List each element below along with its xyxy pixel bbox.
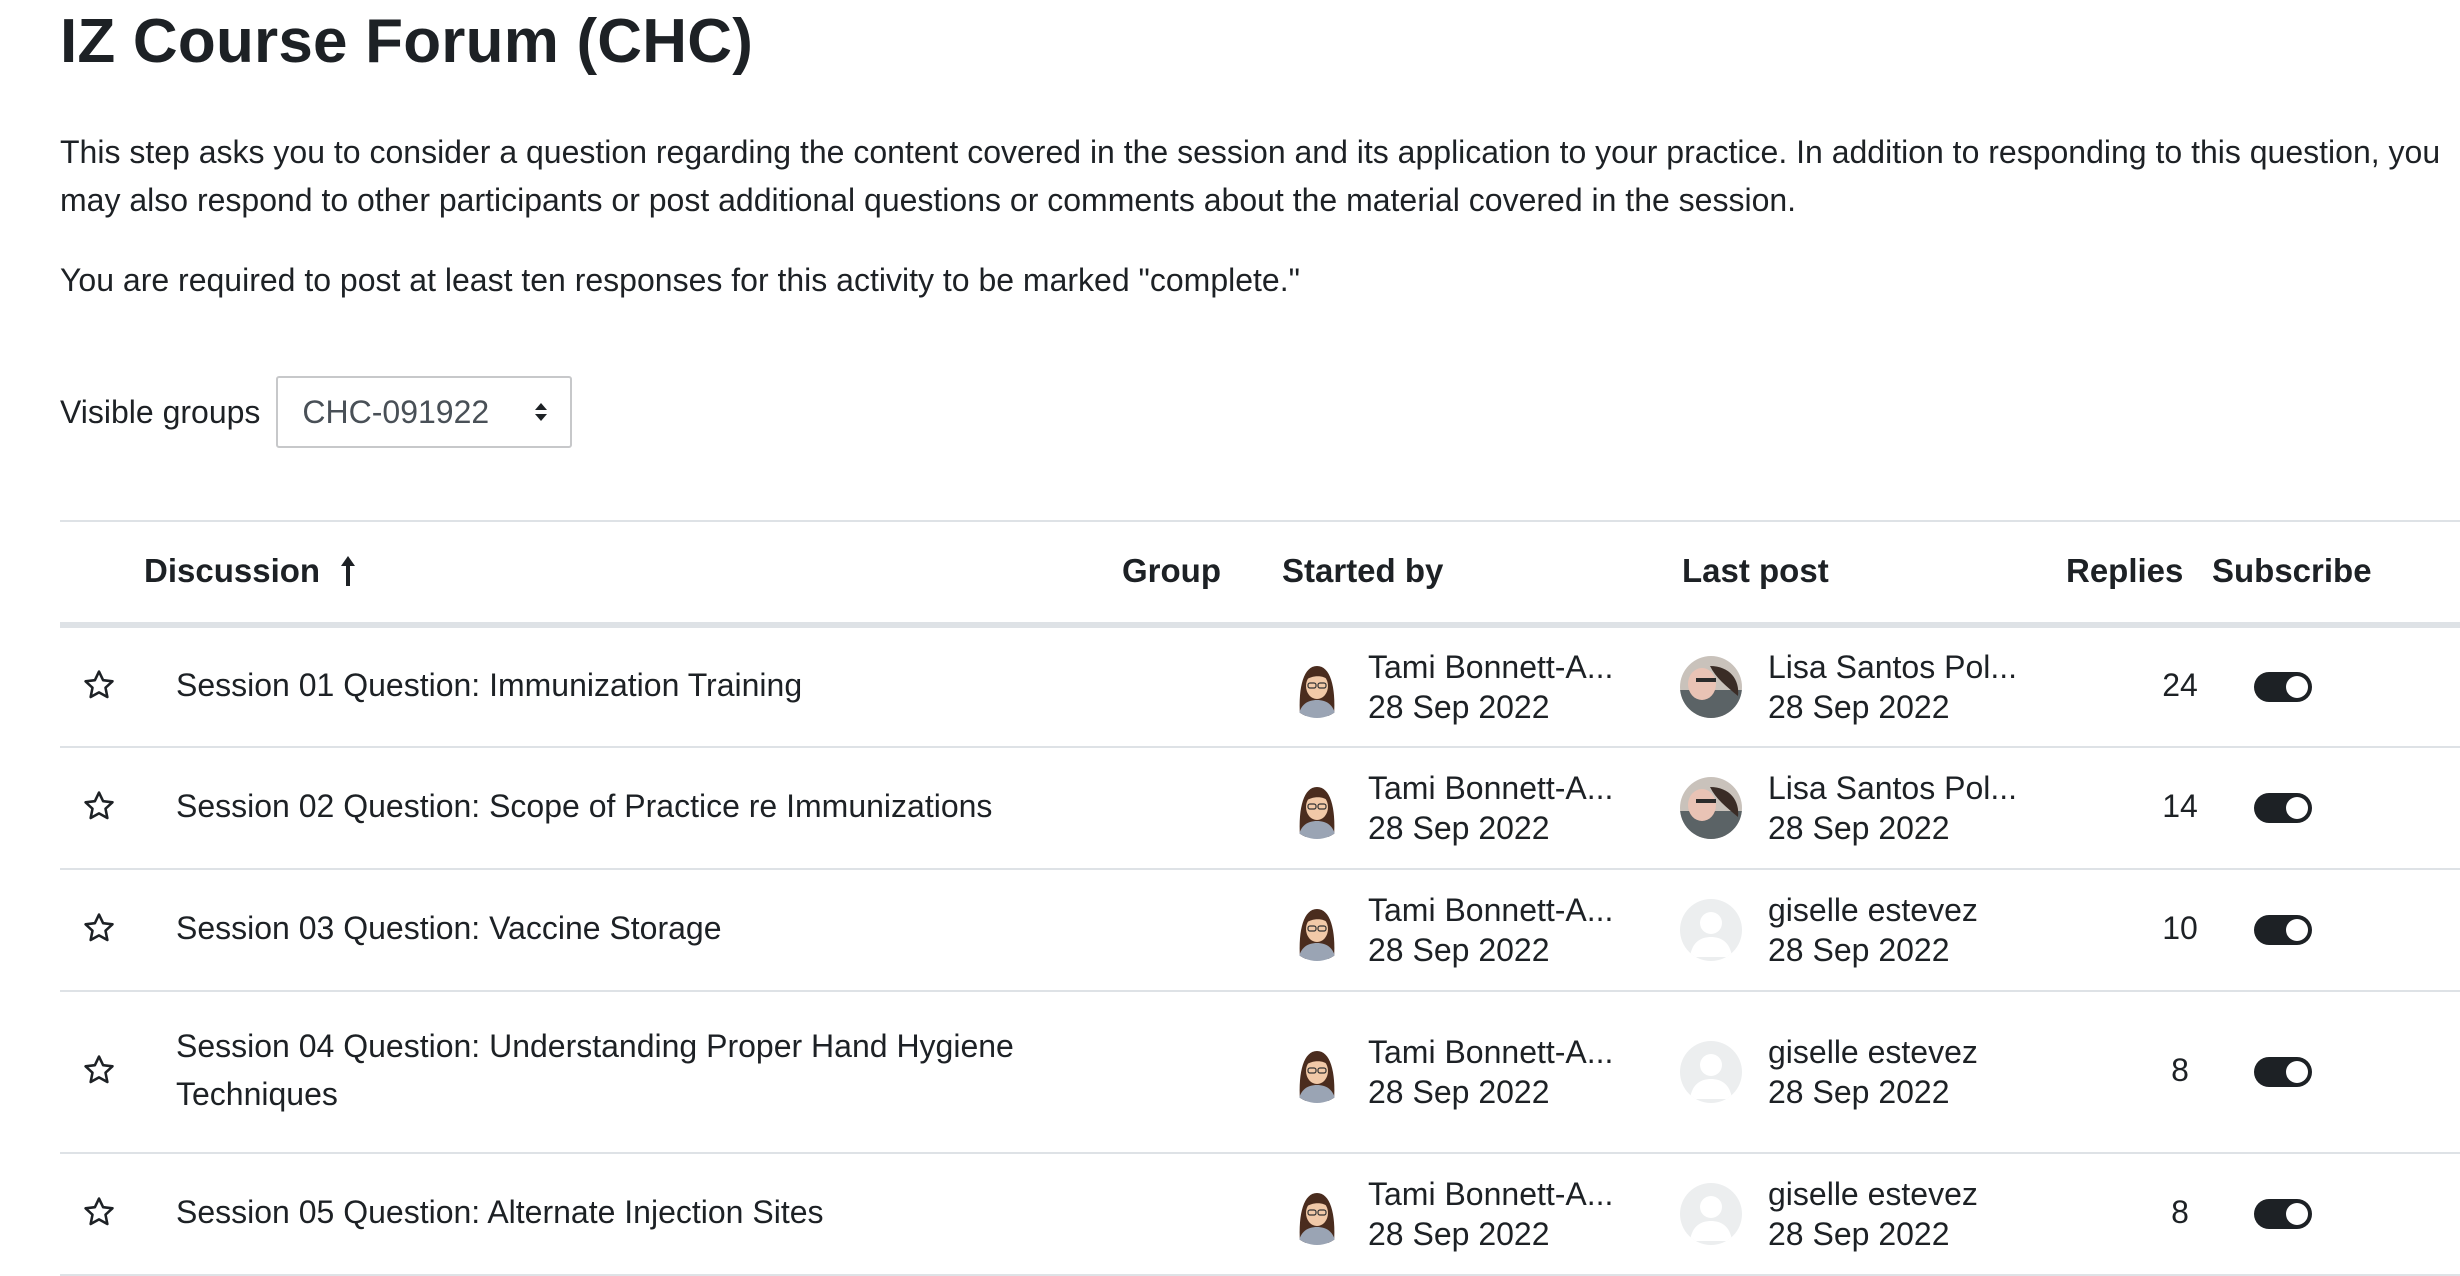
last-post-author-link[interactable]: giselle estevez bbox=[1768, 890, 1978, 930]
table-row: Session 05 Question: Alternate Injection… bbox=[60, 1154, 2460, 1276]
subscribe-toggle[interactable] bbox=[2254, 915, 2312, 945]
started-by-name-link[interactable]: Tami Bonnett-A... bbox=[1368, 1174, 1613, 1214]
subscribe-toggle[interactable] bbox=[2254, 672, 2312, 702]
last-post-date-link[interactable]: 28 Sep 2022 bbox=[1768, 1072, 1950, 1112]
started-by-column-header[interactable]: Started by bbox=[1282, 552, 1443, 590]
intro-paragraph: This step asks you to consider a questio… bbox=[60, 134, 2441, 218]
avatar[interactable] bbox=[1680, 1183, 1742, 1245]
started-by-name-link[interactable]: Tami Bonnett-A... bbox=[1368, 647, 1613, 687]
intro-text-block: This step asks you to consider a questio… bbox=[60, 128, 2450, 304]
started-by-name-link[interactable]: Tami Bonnett-A... bbox=[1368, 890, 1613, 930]
replies-column-header[interactable]: Replies bbox=[2066, 552, 2183, 590]
toggle-knob bbox=[2286, 676, 2308, 698]
visible-groups-select[interactable]: CHC-091922 bbox=[276, 376, 573, 448]
discussion-topic-link[interactable]: Session 05 Question: Alternate Injection… bbox=[176, 1188, 1096, 1236]
toggle-knob bbox=[2286, 919, 2308, 941]
avatar[interactable] bbox=[1680, 656, 1742, 718]
visible-groups-label: Visible groups bbox=[60, 393, 261, 430]
toggle-knob bbox=[2286, 797, 2308, 819]
subscribe-toggle[interactable] bbox=[2254, 1057, 2312, 1087]
table-row: Session 01 Question: Immunization Traini… bbox=[60, 628, 2460, 748]
last-post-author-link[interactable]: Lisa Santos Pol... bbox=[1768, 647, 2017, 687]
discussion-topic-link[interactable]: Session 01 Question: Immunization Traini… bbox=[176, 661, 1096, 709]
started-date: 28 Sep 2022 bbox=[1368, 932, 1550, 968]
started-by-name-link[interactable]: Tami Bonnett-A... bbox=[1368, 1032, 1613, 1072]
discussion-topic-link[interactable]: Session 02 Question: Scope of Practice r… bbox=[176, 782, 1096, 830]
started-date: 28 Sep 2022 bbox=[1368, 1216, 1550, 1252]
avatar[interactable] bbox=[1286, 777, 1348, 839]
toggle-knob bbox=[2286, 1061, 2308, 1083]
avatar[interactable] bbox=[1680, 899, 1742, 961]
star-icon[interactable] bbox=[82, 789, 116, 828]
replies-count[interactable]: 8 bbox=[2120, 1052, 2240, 1089]
arrow-up-icon bbox=[341, 556, 356, 586]
avatar[interactable] bbox=[1286, 899, 1348, 961]
discussion-column-header[interactable]: Discussion bbox=[144, 552, 357, 590]
last-post-date-link[interactable]: 28 Sep 2022 bbox=[1768, 808, 1950, 848]
started-date: 28 Sep 2022 bbox=[1368, 1074, 1550, 1110]
visible-groups-selected-value: CHC-091922 bbox=[302, 393, 490, 430]
started-date: 28 Sep 2022 bbox=[1368, 810, 1550, 846]
table-row: Session 03 Question: Vaccine Storage Tami… bbox=[60, 870, 2460, 992]
discussion-topic-link[interactable]: Session 04 Question: Understanding Prope… bbox=[176, 1022, 1096, 1118]
star-icon[interactable] bbox=[82, 1053, 116, 1092]
subscribe-column-header: Subscribe bbox=[2212, 552, 2372, 589]
visible-groups-control: Visible groups CHC-091922 bbox=[60, 374, 573, 450]
table-row: Session 04 Question: Understanding Prope… bbox=[60, 992, 2460, 1154]
group-column-header[interactable]: Group bbox=[1122, 552, 1221, 590]
page-title: IZ Course Forum (CHC) bbox=[60, 7, 754, 76]
last-post-column-header[interactable]: Last post bbox=[1682, 552, 1829, 590]
avatar[interactable] bbox=[1680, 1041, 1742, 1103]
select-arrows-icon bbox=[535, 403, 548, 421]
table-row: Session 02 Question: Scope of Practice r… bbox=[60, 748, 2460, 870]
toggle-knob bbox=[2286, 1203, 2308, 1225]
discussion-list-table: Discussion Group Started by Last post Re… bbox=[60, 520, 2460, 1276]
subscribe-toggle[interactable] bbox=[2254, 793, 2312, 823]
last-post-date-link[interactable]: 28 Sep 2022 bbox=[1768, 1214, 1950, 1254]
last-post-date-link[interactable]: 28 Sep 2022 bbox=[1768, 930, 1950, 970]
avatar[interactable] bbox=[1286, 1041, 1348, 1103]
replies-count[interactable]: 8 bbox=[2120, 1194, 2240, 1231]
avatar[interactable] bbox=[1680, 777, 1742, 839]
table-header: Discussion Group Started by Last post Re… bbox=[60, 520, 2460, 628]
subscribe-toggle[interactable] bbox=[2254, 1199, 2312, 1229]
started-by-name-link[interactable]: Tami Bonnett-A... bbox=[1368, 768, 1613, 808]
star-icon[interactable] bbox=[82, 668, 116, 707]
avatar[interactable] bbox=[1286, 656, 1348, 718]
star-icon[interactable] bbox=[82, 911, 116, 950]
replies-count[interactable]: 24 bbox=[2120, 667, 2240, 704]
last-post-author-link[interactable]: giselle estevez bbox=[1768, 1174, 1978, 1214]
requirement-paragraph: You are required to post at least ten re… bbox=[60, 262, 1300, 298]
star-icon[interactable] bbox=[82, 1195, 116, 1234]
replies-count[interactable]: 10 bbox=[2120, 910, 2240, 947]
last-post-author-link[interactable]: giselle estevez bbox=[1768, 1032, 1978, 1072]
last-post-date-link[interactable]: 28 Sep 2022 bbox=[1768, 687, 1950, 727]
last-post-author-link[interactable]: Lisa Santos Pol... bbox=[1768, 768, 2017, 808]
replies-count[interactable]: 14 bbox=[2120, 788, 2240, 825]
avatar[interactable] bbox=[1286, 1183, 1348, 1245]
table-body: Session 01 Question: Immunization Traini… bbox=[60, 628, 2460, 1276]
discussion-topic-link[interactable]: Session 03 Question: Vaccine Storage bbox=[176, 904, 1096, 952]
started-date: 28 Sep 2022 bbox=[1368, 689, 1550, 725]
discussion-header-label: Discussion bbox=[144, 552, 321, 589]
